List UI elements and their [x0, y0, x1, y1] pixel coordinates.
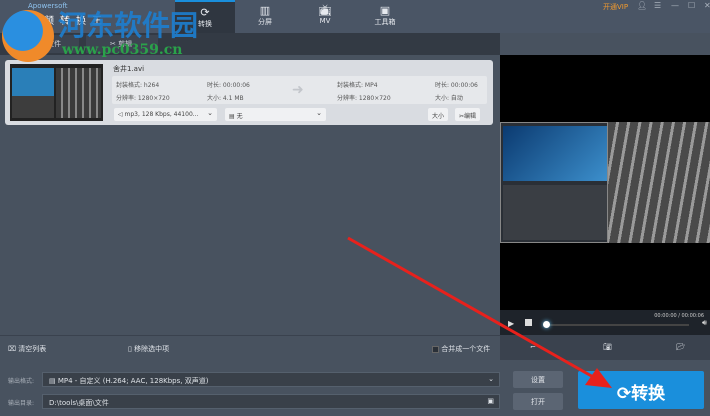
red-arrow-annotation	[347, 236, 612, 388]
watermark-url: www.pc0359.cn	[62, 42, 183, 58]
watermark-logo	[2, 10, 54, 62]
watermark-text: 河东软件园	[58, 9, 199, 42]
